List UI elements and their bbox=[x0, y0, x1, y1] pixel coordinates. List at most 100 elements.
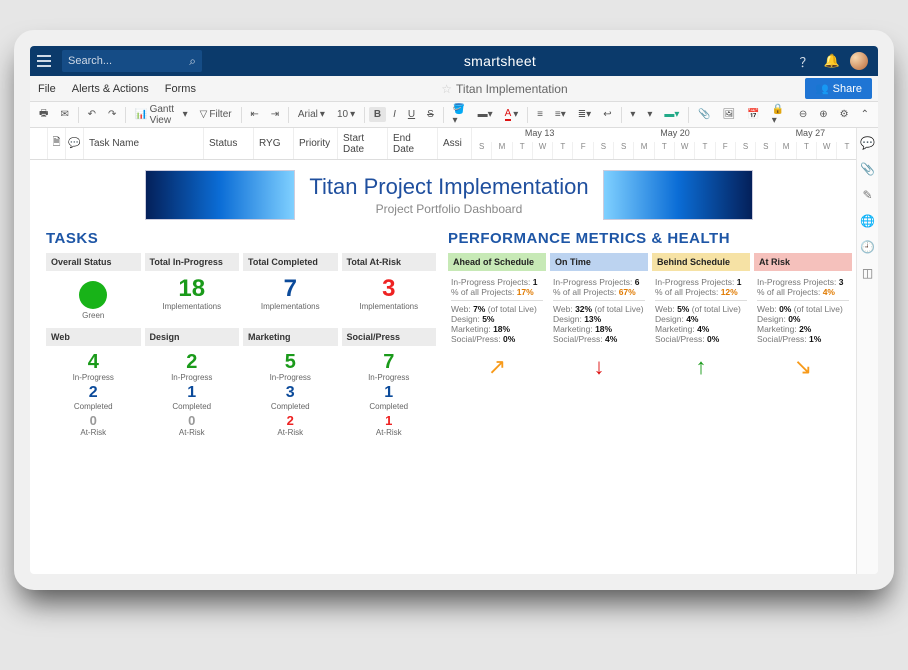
filter-button[interactable]: ▽ Filter bbox=[195, 107, 237, 122]
search-input[interactable] bbox=[68, 55, 185, 67]
hero-subtitle: Project Portfolio Dashboard bbox=[309, 202, 588, 216]
day-cell: F bbox=[573, 142, 593, 159]
marketing-cell: 5In-Progress 3Completed 2At-Risk bbox=[243, 350, 338, 441]
publish-rail-icon[interactable]: 🌐 bbox=[861, 214, 875, 228]
chevron-up-icon[interactable]: ⌃ bbox=[856, 107, 874, 122]
search-box[interactable]: ⌕ bbox=[62, 50, 202, 72]
star-icon[interactable]: ☆ bbox=[441, 82, 452, 96]
th-overall: Overall Status bbox=[46, 253, 141, 271]
bold-button[interactable]: B bbox=[369, 107, 386, 122]
redo-icon[interactable]: ↷ bbox=[103, 107, 121, 122]
th-atrisk: Total At-Risk bbox=[342, 253, 437, 271]
view-selector[interactable]: 📊 Gantt View ▾ bbox=[130, 102, 193, 128]
text-color-icon[interactable]: A▾ bbox=[500, 106, 524, 123]
menu-alerts[interactable]: Alerts & Actions bbox=[64, 83, 157, 95]
attach-icon[interactable]: 📎 bbox=[693, 107, 715, 122]
ph-ahead: Ahead of Schedule bbox=[448, 253, 546, 271]
share-button[interactable]: 👥Share bbox=[805, 78, 872, 99]
hero-graphic-right bbox=[603, 170, 753, 220]
indent-icon[interactable]: ⇤ bbox=[245, 107, 263, 122]
ahead-top: In-Progress Projects: 1 % of all Project… bbox=[448, 275, 546, 346]
day-cell: T bbox=[797, 142, 817, 159]
day-cell: M bbox=[492, 142, 512, 159]
th-social: Social/Press bbox=[342, 328, 437, 346]
activity-rail-icon[interactable]: 🕘 bbox=[861, 240, 875, 254]
image-icon[interactable]: 🖼 bbox=[718, 107, 741, 122]
align-left-icon[interactable]: ≡ bbox=[532, 107, 548, 122]
fontsize-selector[interactable]: 10 ▾ bbox=[332, 107, 360, 122]
zoom-out-icon[interactable]: ⊖ bbox=[794, 107, 812, 122]
percent-icon[interactable]: ▾ bbox=[642, 107, 657, 122]
taskbar-color-icon[interactable]: ▬▾ bbox=[473, 107, 498, 122]
day-cell: S bbox=[756, 142, 776, 159]
comment-col-icon[interactable]: 💬 bbox=[66, 128, 84, 159]
attachments-rail-icon[interactable]: 📎 bbox=[861, 162, 875, 176]
arrow-up-right-icon: ↗ bbox=[448, 350, 546, 380]
design-cell: 2In-Progress 1Completed 0At-Risk bbox=[145, 350, 240, 441]
day-cell: F bbox=[716, 142, 736, 159]
align-center-icon[interactable]: ≡▾ bbox=[550, 107, 571, 122]
ontime-top: In-Progress Projects: 6 % of all Project… bbox=[550, 275, 648, 346]
underline-button[interactable]: U bbox=[403, 107, 420, 122]
email-icon[interactable]: ✉ bbox=[55, 107, 73, 122]
italic-button[interactable]: I bbox=[388, 107, 401, 122]
day-cell: M bbox=[634, 142, 654, 159]
proof-rail-icon[interactable]: ✎ bbox=[861, 188, 875, 202]
th-web: Web bbox=[46, 328, 141, 346]
font-selector[interactable]: Arial ▾ bbox=[293, 107, 330, 122]
completed-cell: 7Implementations bbox=[243, 275, 338, 324]
doc-title-text: Titan Implementation bbox=[456, 82, 568, 96]
day-cell: T bbox=[553, 142, 573, 159]
help-icon[interactable]: ？ bbox=[798, 53, 814, 69]
col-task[interactable]: Task Name bbox=[84, 128, 204, 159]
th-marketing: Marketing bbox=[243, 328, 338, 346]
summary-rail-icon[interactable]: ◫ bbox=[861, 266, 875, 280]
bell-icon[interactable]: 🔔 bbox=[824, 53, 840, 69]
th-completed: Total Completed bbox=[243, 253, 338, 271]
col-priority[interactable]: Priority bbox=[294, 128, 338, 159]
currency-icon[interactable]: ▾ bbox=[625, 107, 640, 122]
lock-icon[interactable]: 🔒▾ bbox=[767, 102, 790, 128]
th-inprog: Total In-Progress bbox=[145, 253, 240, 271]
menu-file[interactable]: File bbox=[30, 83, 64, 95]
day-cell: T bbox=[837, 142, 857, 159]
date-icon[interactable]: 📅 bbox=[742, 107, 764, 122]
col-status[interactable]: Status bbox=[204, 128, 254, 159]
social-cell: 7In-Progress 1Completed 1At-Risk bbox=[342, 350, 437, 441]
col-start[interactable]: Start Date bbox=[338, 128, 388, 159]
outdent-icon[interactable]: ⇥ bbox=[266, 107, 284, 122]
brand-logo: smartsheet bbox=[202, 53, 798, 69]
wrap-icon[interactable]: ↩ bbox=[598, 107, 616, 122]
zoom-in-icon[interactable]: ⊕ bbox=[814, 107, 832, 122]
inprog-cell: 18Implementations bbox=[145, 275, 240, 324]
day-cell: S bbox=[594, 142, 614, 159]
date-1: May 13 bbox=[472, 128, 607, 142]
risk-top: In-Progress Projects: 3 % of all Project… bbox=[754, 275, 852, 346]
ph-risk: At Risk bbox=[754, 253, 852, 271]
day-cell: T bbox=[513, 142, 533, 159]
expand-all-icon[interactable] bbox=[30, 128, 48, 159]
comments-rail-icon[interactable]: 💬 bbox=[861, 136, 875, 150]
doc-title: ☆ Titan Implementation bbox=[204, 82, 805, 96]
arrow-down-right-icon: ↘ bbox=[754, 350, 852, 380]
search-icon[interactable]: ⌕ bbox=[189, 54, 196, 69]
strike-button[interactable]: S bbox=[422, 107, 439, 122]
arrow-down-icon: ↓ bbox=[550, 350, 648, 380]
avatar[interactable] bbox=[850, 52, 868, 70]
col-ryg[interactable]: RYG bbox=[254, 128, 294, 159]
gear-icon[interactable]: ⚙ bbox=[835, 107, 854, 122]
date-2: May 20 bbox=[607, 128, 742, 142]
attach-col-icon[interactable]: 🗎 bbox=[48, 128, 66, 159]
hero-graphic-left bbox=[145, 170, 295, 220]
day-cell: T bbox=[655, 142, 675, 159]
menu-forms[interactable]: Forms bbox=[157, 83, 204, 95]
print-icon[interactable]: 🖶 bbox=[34, 104, 53, 125]
fill-color-icon[interactable]: 🪣▾ bbox=[448, 102, 471, 128]
align-top-icon[interactable]: ≣▾ bbox=[573, 107, 596, 122]
status-circle-icon bbox=[79, 281, 107, 309]
col-end[interactable]: End Date bbox=[388, 128, 438, 159]
undo-icon[interactable]: ↶ bbox=[83, 107, 101, 122]
highlight-icon[interactable]: ▬▾ bbox=[659, 107, 684, 122]
col-assign[interactable]: Assi bbox=[438, 128, 472, 159]
menu-icon[interactable] bbox=[30, 46, 58, 76]
